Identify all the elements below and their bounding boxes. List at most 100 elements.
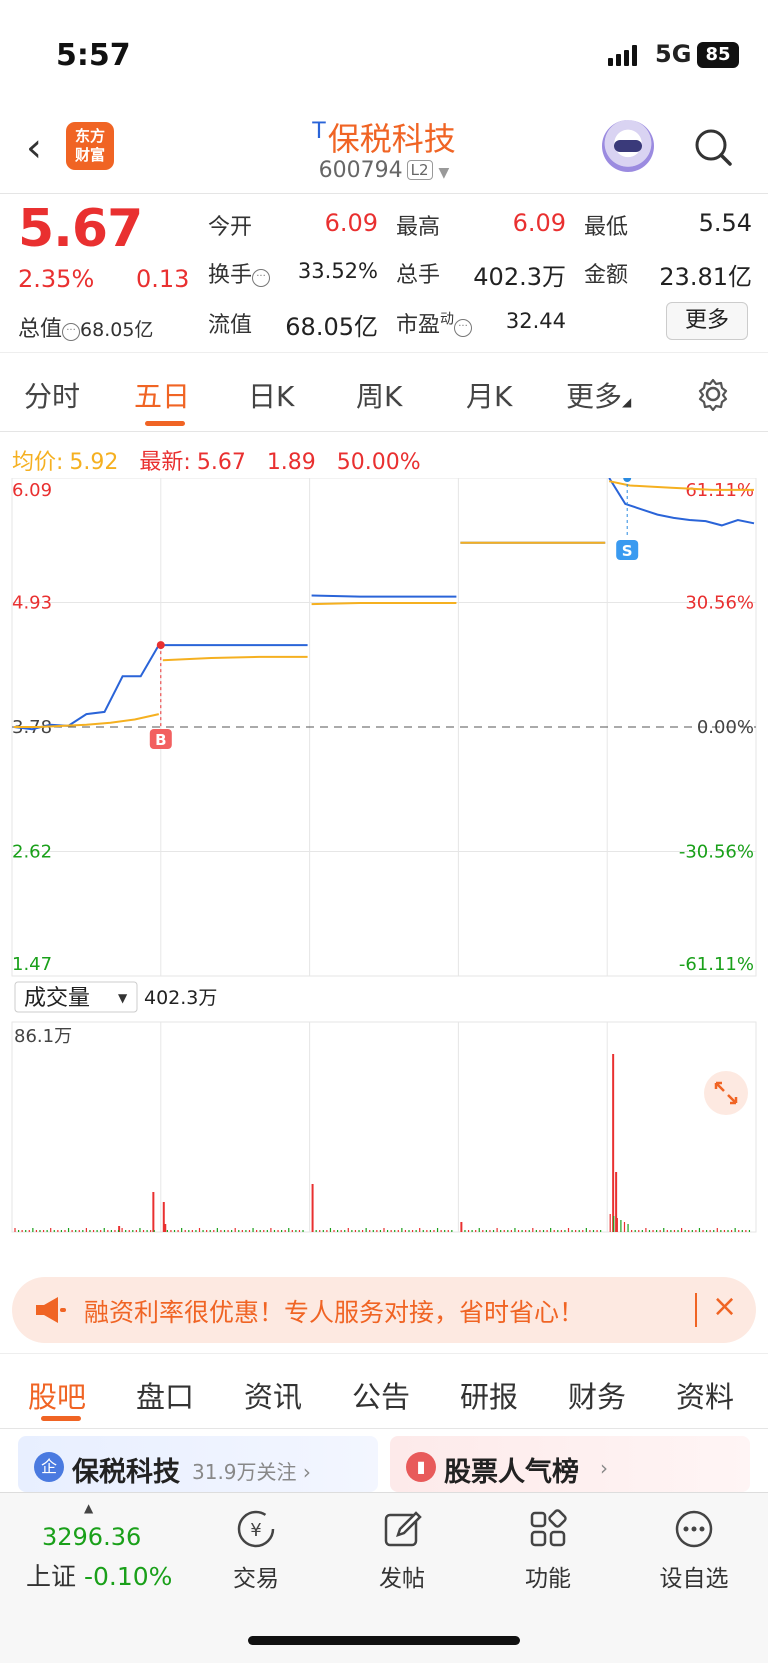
grid-icon	[530, 1509, 567, 1547]
content-tabs: 股吧 盘口 资讯 公告 研报 财务 资料	[0, 1353, 768, 1429]
trade-icon: ¥	[237, 1510, 275, 1548]
l2-badge: L2	[406, 160, 433, 180]
avg-price-row: 均价: 5.92 最新: 5.67 1.89 50.00%	[12, 444, 421, 476]
y-tick-left: 1.47	[12, 954, 52, 975]
total-value-label: 总值	[18, 317, 63, 342]
tab-finance[interactable]: 财务	[568, 1374, 626, 1416]
trade-marker-label: S	[622, 542, 633, 560]
promo-banner[interactable]: 融资利率很优惠！专人服务对接，省时省心！ ×	[12, 1277, 756, 1343]
follower-count: 31.9万关注 ›	[192, 1460, 311, 1484]
y-tick-right: -61.11%	[679, 954, 754, 975]
tab-pankou[interactable]: 盘口	[136, 1374, 194, 1416]
more-button[interactable]: 更多	[666, 302, 748, 340]
nav-trade-label: 交易	[233, 1566, 279, 1592]
info-icon[interactable]: ···	[252, 269, 271, 287]
stock-code-text: 600794	[318, 158, 403, 183]
tab-five-day[interactable]: 五日	[134, 375, 190, 415]
index-change[interactable]: 上证 -0.10%	[26, 1557, 172, 1593]
float-value-value: 68.05亿	[285, 313, 378, 341]
gear-icon[interactable]	[696, 377, 730, 411]
turnover-label: 换手 ···	[208, 257, 271, 289]
avg-label: 均价:	[12, 450, 64, 475]
info-icon[interactable]: ···	[454, 319, 473, 337]
close-icon[interactable]: ×	[712, 1289, 737, 1324]
latest-value: 5.67	[196, 450, 246, 475]
latest-label: 最新:	[139, 450, 191, 475]
caret-up-icon: ▲	[84, 1501, 94, 1515]
price-line	[311, 594, 457, 598]
tab-intraday[interactable]: 分时	[24, 375, 80, 415]
open-label: 今开	[208, 215, 253, 240]
battery-icon: 85	[697, 42, 739, 68]
edit-icon	[384, 1511, 422, 1547]
caret-down-icon: ▼	[118, 991, 128, 1005]
nav-trade[interactable]: ¥ 交易	[206, 1507, 306, 1593]
popularity-card[interactable]: ▮ 股票人气榜 ›	[390, 1436, 750, 1492]
nav-watchlist[interactable]: 设自选	[644, 1507, 744, 1593]
tab-more[interactable]: 更多◢	[566, 375, 631, 415]
banner-divider	[695, 1293, 697, 1327]
tab-weekly-k[interactable]: 周K	[356, 375, 402, 415]
tab-news[interactable]: 资讯	[244, 1374, 302, 1416]
y-tick-right: 0.00%	[697, 717, 754, 738]
more-dots-icon	[675, 1510, 713, 1548]
latest-change: 1.89	[266, 450, 316, 475]
last-price: 5.67	[18, 199, 143, 259]
turnover-value: 33.52%	[297, 259, 378, 283]
open-value: 6.09	[324, 209, 378, 237]
y-tick-left: 4.93	[12, 593, 52, 614]
avg-price-line	[311, 602, 457, 606]
nav-functions[interactable]: 功能	[498, 1507, 598, 1593]
latest-percent: 50.00%	[336, 450, 421, 475]
volume-panel-border	[11, 1021, 757, 1233]
quote-panel: 5.67 2.35% 0.13 总值 ··· 68.05亿 今开 6.09 最高 6…	[0, 195, 768, 345]
tab-announcements[interactable]: 公告	[352, 1374, 410, 1416]
index-value[interactable]: 3296.36	[42, 1523, 141, 1551]
index-name: 上证	[26, 1562, 77, 1591]
tab-more-label: 更多	[566, 380, 623, 413]
bar-chart-icon: ▮	[406, 1452, 436, 1482]
total-value-value: 68.05亿	[80, 319, 154, 341]
y-tick-right: 30.56%	[685, 593, 754, 614]
turnover-label-text: 换手	[208, 263, 253, 288]
home-indicator	[248, 1636, 520, 1645]
tab-daily-k[interactable]: 日K	[248, 375, 294, 415]
robot-assistant-icon[interactable]	[602, 120, 654, 172]
svg-text:¥: ¥	[250, 1520, 261, 1541]
banner-text: 融资利率很优惠！专人服务对接，省时省心！	[84, 1298, 585, 1327]
float-value-label: 流值	[208, 313, 253, 338]
marker-dot	[623, 478, 632, 482]
total-value: 总值 ··· 68.05亿	[18, 311, 153, 343]
five-day-chart[interactable]: 6.094.933.782.621.4761.11%30.56%0.00%-30…	[0, 478, 768, 1238]
pe-label-text: 市盈	[396, 313, 441, 338]
trade-marker-label: B	[155, 731, 166, 749]
active-tab-indicator	[145, 421, 185, 426]
volume-value: 402.3万	[473, 263, 566, 291]
amount-label: 金额	[584, 263, 629, 288]
volume-max-label: 86.1万	[14, 1026, 72, 1047]
stock-code[interactable]: 600794 L2 ▼	[0, 158, 768, 183]
pe-label: 市盈动 ···	[396, 307, 473, 339]
tab-research[interactable]: 研报	[460, 1374, 518, 1416]
pe-sup: 动	[440, 311, 455, 328]
signal-icon	[608, 44, 637, 66]
search-icon[interactable]	[694, 128, 732, 166]
volume-total: 402.3万	[144, 987, 217, 1009]
dropdown-icon: ▼	[438, 165, 450, 181]
title-tag: T	[312, 119, 326, 144]
card-title: 股票人气榜	[444, 1457, 579, 1488]
tab-profile[interactable]: 资料	[676, 1374, 734, 1416]
card-title: 保税科技	[72, 1457, 180, 1488]
stock-forum-card[interactable]: 企 保税科技 31.9万关注 ›	[18, 1436, 378, 1492]
tab-guba[interactable]: 股吧	[28, 1374, 86, 1416]
stock-header: ‹ 东方 财富 T保税科技 600794 L2 ▼	[0, 110, 768, 194]
tab-monthly-k[interactable]: 月K	[466, 375, 512, 415]
y-tick-left: 6.09	[12, 480, 52, 501]
nav-functions-label: 功能	[525, 1566, 571, 1592]
active-tab-indicator	[41, 1416, 81, 1421]
volume-label: 总手	[396, 263, 441, 288]
nav-post[interactable]: 发帖	[352, 1507, 452, 1593]
avg-price-line	[162, 655, 308, 662]
status-bar: 5:57 5G 85	[0, 0, 768, 110]
info-icon[interactable]: ···	[62, 323, 81, 341]
